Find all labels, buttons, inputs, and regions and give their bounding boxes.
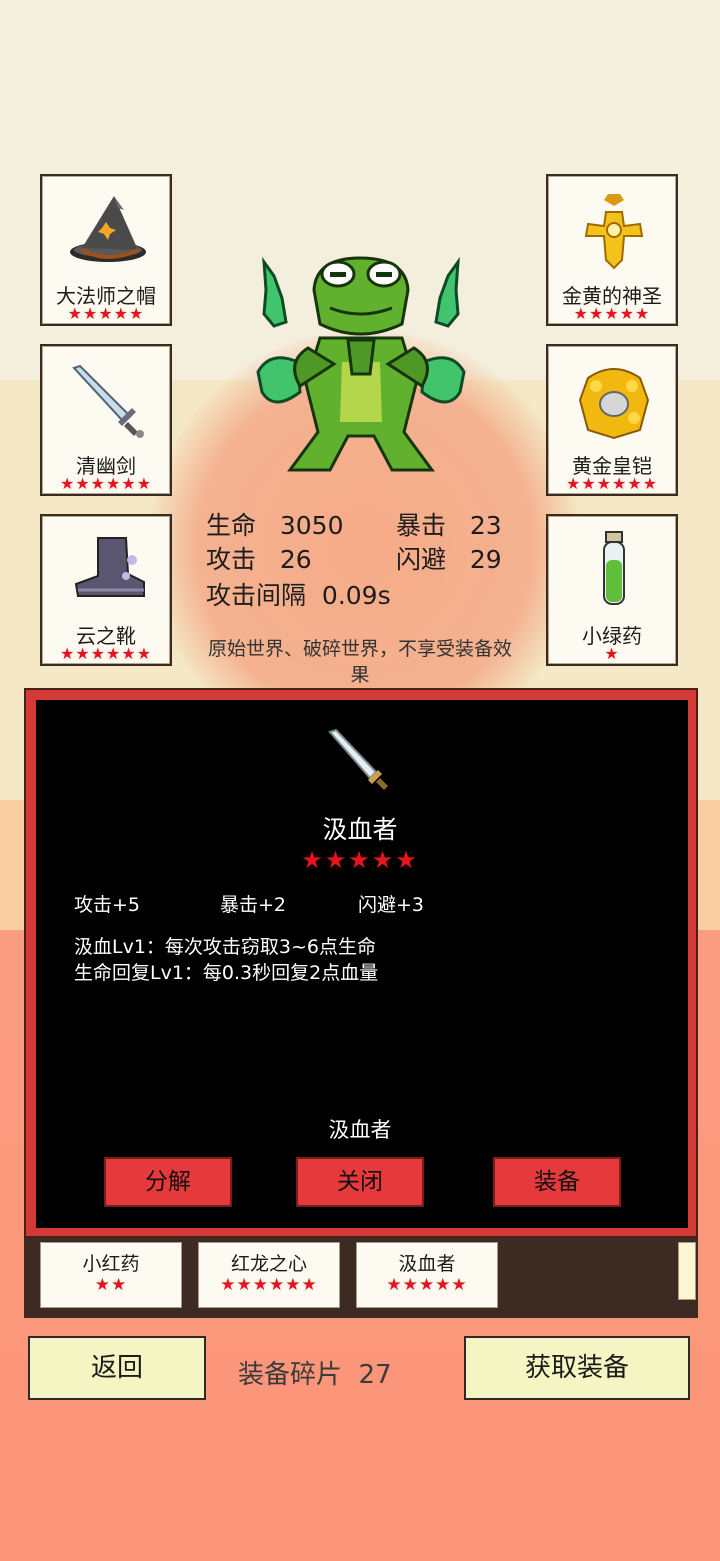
slot-sword-stars: ★★★★★★: [59, 474, 153, 493]
item-stars: ★★★★★: [301, 846, 419, 874]
stat-hp-label: 生命: [206, 511, 257, 540]
stat-hp-value: 3050: [279, 511, 344, 540]
stat-crit-value: 23: [469, 511, 502, 540]
inventory-item-name: 汲血者: [398, 1253, 456, 1275]
fragments-value: 27: [358, 1360, 392, 1390]
slot-potion[interactable]: 小绿药 ★: [546, 514, 678, 666]
stat-crit-label: 暴击: [396, 511, 447, 540]
item-name-footer: 汲血者: [328, 1118, 392, 1142]
stat-atk-value: 26: [279, 545, 312, 574]
stat-atk-label: 攻击: [206, 545, 257, 574]
green-potion-icon: [603, 531, 625, 605]
world-note: 原始世界、破碎世界，不享受装备效果: [207, 638, 512, 686]
fragments-label: 装备碎片: [238, 1360, 343, 1390]
stat-dodge: 闪避 29: [396, 540, 502, 576]
wizard-hat-icon: [70, 196, 146, 262]
slot-boots[interactable]: 云之靴 ★★★★★★: [40, 514, 172, 666]
inventory-item-stars: ★★: [94, 1275, 128, 1295]
slot-hat[interactable]: 大法师之帽 ★★★★★: [40, 174, 172, 326]
slot-amulet-stars: ★★★★★: [573, 304, 651, 323]
dagger-icon: [328, 728, 388, 790]
stat-atk: 攻击 26: [206, 540, 312, 576]
slot-potion-stars: ★: [604, 644, 620, 663]
stat-interval-label: 攻击间隔: [206, 581, 307, 610]
stat-interval: 攻击间隔 0.09s: [206, 576, 391, 612]
stat-interval-value: 0.09s: [321, 581, 391, 610]
slot-hat-stars: ★★★★★: [67, 304, 145, 323]
slot-amulet[interactable]: 金黄的神圣 ★★★★★: [546, 174, 678, 326]
sword-icon: [72, 364, 144, 438]
inventory-item-name: 小红药: [82, 1253, 140, 1275]
stat-dodge-label: 闪避: [396, 545, 447, 574]
stat-crit: 暴击 23: [396, 506, 502, 542]
inventory-item[interactable]: 小红药 ★★: [40, 1242, 182, 1308]
inventory-item-stars: ★★★★★★: [220, 1275, 318, 1295]
item-skill-lifesteal: 汲血Lv1：每次攻击窃取3~6点生命: [74, 936, 377, 958]
item-attr-crit: 暴击+2: [220, 894, 287, 916]
stat-hp: 生命 3050: [206, 506, 343, 542]
slot-armor-stars: ★★★★★★: [565, 474, 659, 493]
slot-boots-stars: ★★★★★★: [59, 644, 153, 663]
inventory-scroll-hint: [678, 1242, 696, 1300]
item-name: 汲血者: [322, 815, 398, 844]
inventory-item-name: 红龙之心: [230, 1253, 307, 1275]
slot-sword[interactable]: 清幽剑 ★★★★★★: [40, 344, 172, 496]
back-button[interactable]: 返回: [28, 1336, 206, 1400]
item-attr-attack: 攻击+5: [74, 894, 141, 916]
golden-cross-icon: [584, 194, 644, 270]
inventory-item-stars: ★★★★★: [386, 1275, 468, 1295]
equip-button[interactable]: 装备: [493, 1157, 621, 1207]
inventory-item[interactable]: 汲血者 ★★★★★: [356, 1242, 498, 1308]
golden-armor-icon: [578, 368, 650, 440]
decompose-button[interactable]: 分解: [104, 1157, 232, 1207]
fragments-count: 装备碎片 27: [238, 1354, 392, 1391]
item-skill-regen: 生命回复Lv1：每0.3秒回复2点血量: [74, 962, 379, 984]
slot-armor[interactable]: 黄金皇铠 ★★★★★★: [546, 344, 678, 496]
close-button[interactable]: 关闭: [296, 1157, 424, 1207]
inventory-item[interactable]: 红龙之心 ★★★★★★: [198, 1242, 340, 1308]
boots-icon: [74, 537, 145, 597]
stat-dodge-value: 29: [469, 545, 502, 574]
item-attr-dodge: 闪避+3: [358, 894, 425, 916]
frog-character: [256, 256, 466, 472]
get-equipment-button[interactable]: 获取装备: [464, 1336, 690, 1400]
